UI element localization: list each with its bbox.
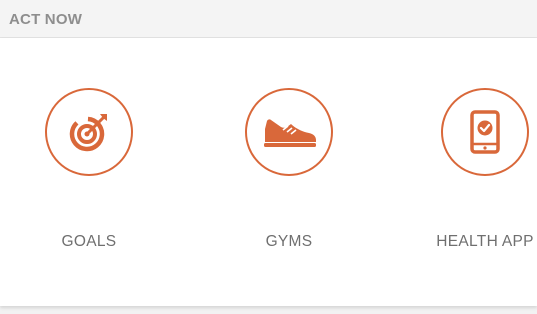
- gyms-label: GYMS: [265, 233, 313, 250]
- section-title: ACT NOW: [9, 11, 83, 28]
- goals-button[interactable]: GOALS: [0, 88, 180, 258]
- goals-label: GOALS: [61, 233, 117, 250]
- sneaker-icon: [264, 119, 316, 147]
- health-app-icon-circle: [441, 88, 529, 176]
- target-icon: [69, 114, 107, 152]
- goals-icon-circle: [45, 88, 133, 176]
- health-app-label: HEALTH APP: [436, 233, 534, 250]
- gyms-button[interactable]: GYMS: [200, 88, 380, 258]
- act-now-card: GOALS GYMS HEALTH APP: [0, 38, 537, 306]
- smartphone-check-icon: [470, 110, 500, 154]
- health-app-button[interactable]: HEALTH APP: [396, 88, 537, 258]
- section-header: ACT NOW: [0, 0, 537, 38]
- gyms-icon-circle: [245, 88, 333, 176]
